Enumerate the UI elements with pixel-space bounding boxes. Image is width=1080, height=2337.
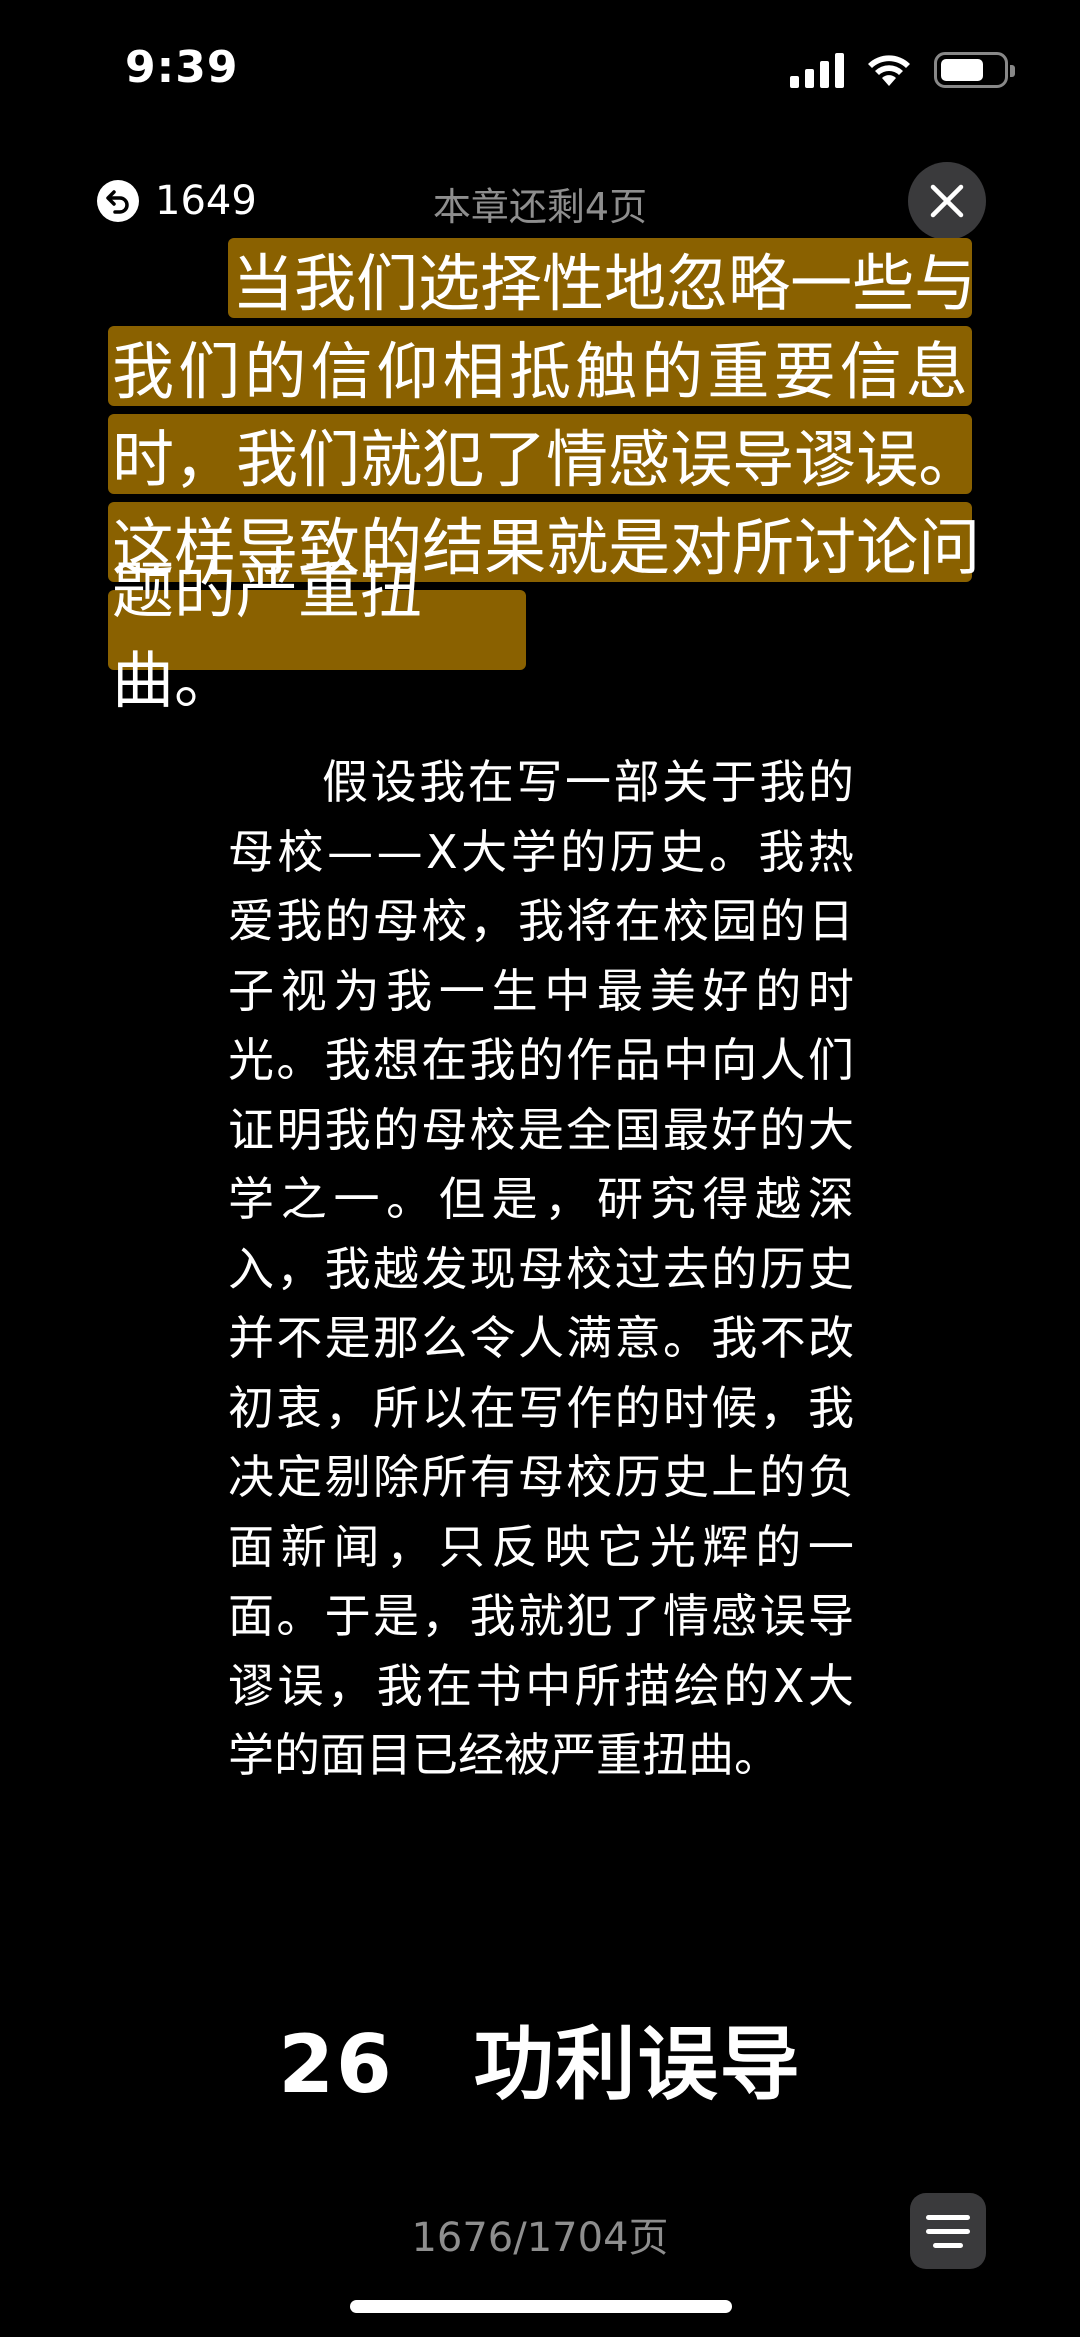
highlight-line: 题的严重扭曲。 [108, 554, 972, 717]
menu-lines-icon [926, 2214, 970, 2220]
status-icons [790, 48, 1015, 92]
body-line: 证明我的母校是全国最好的大 [228, 1102, 854, 1157]
wifi-icon [868, 55, 910, 86]
chapter-number: 26 [278, 2018, 394, 2111]
highlight-line: 我们的信仰相抵触的重要信息 [108, 326, 972, 414]
reader-screen: 9:39 1649 本章还剩4页 当我们选择性地忽略一些与 我 们 的 信 仰 … [0, 0, 1080, 2337]
body-line: 爱我的母校，我将在校园的日 [228, 894, 854, 948]
body-line: 学之一。但是，研究得越深 [228, 1172, 854, 1226]
body-paragraph[interactable]: 假设我在写一部关于我的 母校 — — X 大学的历史。我热 爱我的母校，我将在校园的日 … [228, 748, 854, 1791]
body-line: 入，我越发现母校过去的历史 [228, 1241, 854, 1296]
body-line: 面新闻，只反映它光辉的一 [228, 1519, 854, 1574]
body-line: 面。于是，我就犯了情感误导 [228, 1589, 854, 1643]
body-line: 初衷，所以在写作的时候，我 [228, 1380, 854, 1435]
menu-button[interactable] [910, 2193, 986, 2269]
close-button[interactable] [908, 162, 986, 240]
body-line: 母校 — — X 大学的历史。我热 [228, 824, 854, 879]
highlight-text: 当我们选择性地忽略一些与 [228, 238, 976, 320]
highlighted-paragraph[interactable]: 当我们选择性地忽略一些与 我们的信仰相抵触的重要信息 时，我们就犯了情感误导谬误… [108, 238, 980, 717]
highlight-text: 题的严重扭曲。 [108, 554, 526, 717]
status-time: 9:39 [125, 42, 239, 93]
body-line: 学的面目已经被严重扭曲。 [228, 1728, 780, 1782]
body-line: 并不是那么令人满意。我不改 [228, 1311, 854, 1365]
cellular-signal-icon [790, 52, 844, 88]
highlight-text: 我们的信仰相抵触的重要信息 [108, 326, 972, 408]
body-line: 谬误，我在书中所描绘的 X 大 [228, 1658, 854, 1713]
chapter-title: 功利误导 [473, 2018, 802, 2111]
close-icon [930, 184, 964, 218]
highlight-text: 时，我们就犯了情感误导谬误。 [108, 414, 980, 496]
body-line: 子视为我一生中最美好的时 [228, 963, 854, 1018]
battery-icon [934, 52, 1015, 88]
body-line: 假设我在写一部关于我的 [322, 755, 854, 809]
highlight-line: 当我们选择性地忽略一些与 [108, 238, 976, 326]
body-line: 决定剔除所有母校历史上的负 [228, 1450, 854, 1504]
home-indicator[interactable] [350, 2300, 732, 2313]
body-line: 光。我想在我的作品中向人们 [228, 1033, 854, 1087]
chapter-heading: 26 功利误导 [0, 2000, 1080, 2116]
highlight-line: 时，我们就犯了情感误导谬误。 [108, 414, 980, 502]
